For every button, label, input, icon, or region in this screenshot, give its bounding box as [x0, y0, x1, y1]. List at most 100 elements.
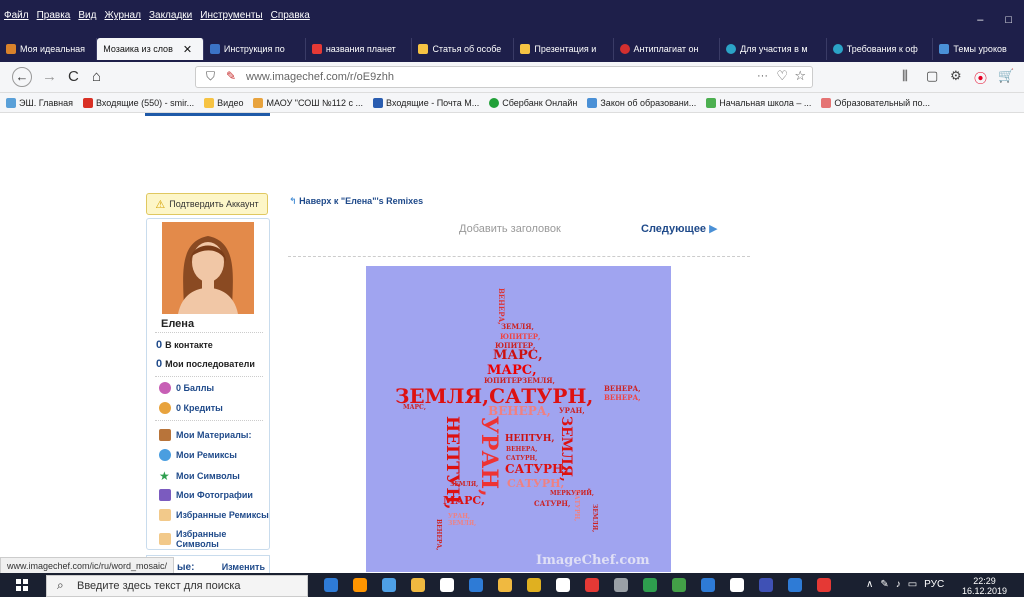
pocket-icon[interactable]: ♡	[776, 68, 788, 84]
taskbar-app-icon[interactable]	[759, 578, 773, 592]
bookmark-label: Входящие (550) - smir...	[95, 97, 195, 108]
menu-help[interactable]: Справка	[271, 10, 310, 21]
clock[interactable]: 22:29 16.12.2019	[962, 576, 1007, 596]
my-materials-link[interactable]: Мои Материалы:	[159, 429, 252, 441]
confirm-account-button[interactable]: ⚠ Подтвердить Аккаунт	[146, 193, 268, 215]
taskbar-app-icon[interactable]	[701, 578, 715, 592]
tab[interactable]: названия планет	[306, 38, 413, 60]
my-remixes-link[interactable]: Мои Ремиксы	[159, 449, 237, 461]
bookmark-star-icon[interactable]: ☆	[794, 68, 806, 84]
imagechef-watermark: ImageChef.com	[536, 553, 650, 568]
home-button[interactable]: ⌂	[92, 68, 101, 85]
bookmark-item[interactable]: Сбербанк Онлайн	[489, 97, 578, 108]
forward-button[interactable]: →	[42, 68, 57, 85]
maximize-button[interactable]: □	[1005, 14, 1012, 26]
taskbar-app-icon[interactable]	[411, 578, 425, 592]
next-button[interactable]: Следующее ▶	[641, 222, 718, 235]
taskbar-app-icon[interactable]	[353, 578, 367, 592]
minimize-button[interactable]: –	[977, 14, 983, 26]
profile-name[interactable]: Елена	[161, 318, 194, 330]
bookmark-item[interactable]: Закон об образовани...	[587, 97, 696, 108]
permission-icon[interactable]: ✎	[226, 69, 236, 83]
video-icon	[204, 97, 215, 108]
taskbar-app-icon[interactable]	[817, 578, 831, 592]
remix-icon	[159, 449, 171, 461]
library-icon[interactable]: ⫼	[902, 68, 908, 84]
pinterest-icon[interactable]: ⦿	[974, 68, 987, 87]
navigation-bar: ← → C ⌂ ⛉ ✎ www.imagechef.com/r/oE9zhh ·…	[0, 62, 1024, 93]
language-indicator[interactable]: РУС	[924, 579, 944, 590]
tab-favicon-icon	[6, 44, 16, 54]
taskbar-app-icon[interactable]	[440, 578, 454, 592]
cart-icon[interactable]: 🛒	[998, 68, 1014, 84]
taskbar-app-icon[interactable]	[382, 578, 396, 592]
avatar[interactable]	[162, 222, 254, 314]
tab[interactable]: Требования к оф	[827, 38, 934, 60]
menu-view[interactable]: Вид	[78, 10, 96, 21]
network-icon[interactable]: ▭	[908, 579, 917, 590]
bookmark-item[interactable]: ЭШ. Главная	[6, 97, 73, 108]
windows-start-icon[interactable]	[16, 579, 28, 591]
volume-icon[interactable]: ♪	[896, 579, 901, 590]
tray-chevron-icon[interactable]: ∧	[866, 579, 873, 590]
add-title-link[interactable]: Добавить заголовок	[459, 223, 561, 235]
close-tab-icon[interactable]: ✕	[183, 43, 192, 56]
mosaic-word: ЮПИТЕР,	[500, 332, 541, 341]
credits-link[interactable]: 0 Кредиты	[159, 402, 223, 414]
edit-link[interactable]: Изменить	[222, 562, 265, 572]
tab-active[interactable]: Мозаика из слов ✕	[97, 38, 204, 60]
tab[interactable]: Антиплагиат он	[614, 38, 721, 60]
bookmark-item[interactable]: Входящие - Почта M...	[373, 97, 479, 108]
taskbar-app-icon[interactable]	[788, 578, 802, 592]
taskbar-app-icon[interactable]	[469, 578, 483, 592]
sidebar-icon[interactable]: ▢	[926, 68, 938, 84]
bookmark-item[interactable]: МАОУ "СОШ №112 с ...	[253, 97, 363, 108]
extension-icon[interactable]: ⚙	[950, 68, 962, 84]
menu-history[interactable]: Журнал	[104, 10, 141, 21]
back-button[interactable]: ←	[12, 67, 32, 87]
menu-file[interactable]: Файл	[4, 10, 29, 21]
tab-label: Требования к оф	[846, 44, 918, 54]
taskbar-app-icon[interactable]	[585, 578, 599, 592]
url-text[interactable]: www.imagechef.com/r/oE9zhh	[246, 71, 394, 83]
favorite-symbols-link[interactable]: Избранные Символы	[159, 529, 269, 549]
taskbar-search[interactable]: ⌕ Введите здесь текст для поиска	[46, 575, 308, 597]
tab[interactable]: Инструкция по	[204, 38, 306, 60]
bookmark-label: Сбербанк Онлайн	[502, 97, 578, 108]
menu-bookmarks[interactable]: Закладки	[149, 10, 192, 21]
taskbar-app-icon[interactable]	[672, 578, 686, 592]
taskbar-app-icon[interactable]	[498, 578, 512, 592]
word-mosaic-image[interactable]: ВЕНЕРА, ЗЕМЛЯ, ЮПИТЕР, ЮПИТЕР, МАРС, МАР…	[366, 266, 671, 572]
points-link[interactable]: 0 Баллы	[159, 382, 214, 394]
followers-stat[interactable]: 0 Мои последователи	[156, 358, 255, 370]
my-photos-link[interactable]: Мои Фотографии	[159, 489, 253, 501]
bookmark-item[interactable]: Видео	[204, 97, 243, 108]
contacts-stat[interactable]: 0В контакте	[156, 339, 213, 351]
reload-button[interactable]: C	[68, 68, 79, 85]
shield-icon[interactable]: ⛉	[206, 69, 215, 84]
taskbar-app-icon[interactable]	[643, 578, 657, 592]
taskbar-app-icon[interactable]	[730, 578, 744, 592]
taskbar-app-icon[interactable]	[527, 578, 541, 592]
pen-icon[interactable]: ✎	[880, 579, 888, 590]
back-link-label: Наверх к "Елена"'s Remixes	[299, 196, 424, 206]
tab[interactable]: Для участия в м	[720, 38, 827, 60]
favorite-remixes-link[interactable]: Избранные Ремиксы	[159, 509, 269, 521]
bookmark-item[interactable]: Образовательный по...	[821, 97, 930, 108]
tab[interactable]: Темы уроков	[933, 38, 1024, 60]
bookmark-item[interactable]: Начальная школа – ...	[706, 97, 811, 108]
page-actions-button[interactable]: ···	[757, 70, 768, 82]
taskbar-app-icon[interactable]	[324, 578, 338, 592]
bookmark-item[interactable]: Входящие (550) - smir...	[82, 97, 195, 108]
tab[interactable]: Моя идеальная	[0, 38, 98, 60]
tab[interactable]: Презентация и	[514, 38, 614, 60]
menu-tools[interactable]: Инструменты	[200, 10, 262, 21]
back-to-remixes-link[interactable]: ↰ Наверх к "Елена"'s Remixes	[289, 196, 423, 207]
taskbar-app-icon[interactable]	[614, 578, 628, 592]
favorite-remixes-label: Избранные Ремиксы	[176, 510, 269, 520]
my-symbols-link[interactable]: ★ Мои Символы	[159, 469, 240, 483]
address-bar[interactable]: ⛉ ✎ www.imagechef.com/r/oE9zhh ··· ♡ ☆	[195, 66, 813, 88]
menu-edit[interactable]: Правка	[37, 10, 71, 21]
taskbar-app-icon[interactable]	[556, 578, 570, 592]
tab[interactable]: Статья об особе	[412, 38, 515, 60]
